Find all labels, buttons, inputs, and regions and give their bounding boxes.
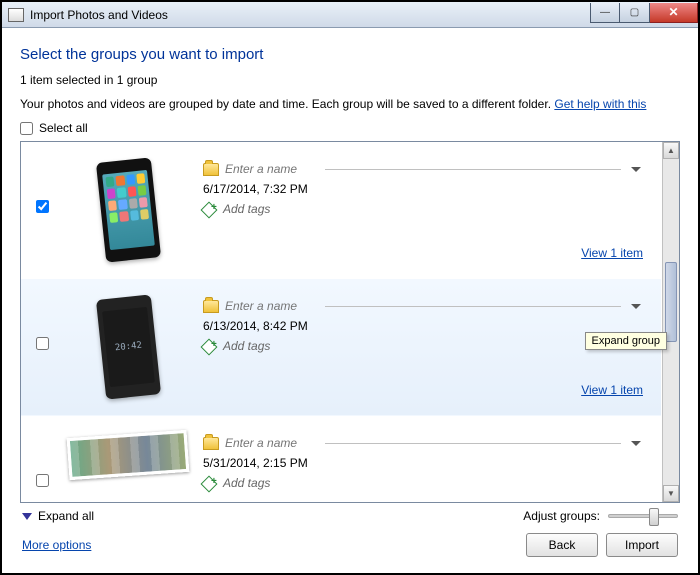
separator-line [325,169,621,170]
help-link[interactable]: Get help with this [554,97,646,111]
group-thumbnail [53,160,203,260]
group-row[interactable]: 6/17/2014, 7:32 PM Add tags View 1 item [21,142,661,279]
dialog-content: Select the groups you want to import 1 i… [2,28,698,573]
description-text: Your photos and videos are grouped by da… [20,97,554,111]
groups-list: 6/17/2014, 7:32 PMAdd tagsView 1 item20:… [20,141,680,503]
adjust-groups: Adjust groups: [523,509,678,523]
back-button[interactable]: Back [526,533,598,557]
group-body: 5/31/2014, 2:15 PM Add tags [203,434,647,490]
description: Your photos and videos are grouped by da… [20,97,680,111]
close-button[interactable]: ✕ [650,3,698,23]
expand-all-button[interactable]: Expand all [22,509,94,523]
tag-icon [203,202,217,216]
group-body: 6/13/2014, 8:42 PM Add tags [203,297,647,353]
minimize-button[interactable]: — [590,3,620,23]
add-tags-label: Add tags [223,339,270,353]
group-body: 6/17/2014, 7:32 PM Add tags [203,160,647,216]
group-thumbnail [53,434,203,476]
add-tags-button[interactable]: Add tags [203,476,641,490]
add-tags-label: Add tags [223,202,270,216]
slider-thumb[interactable] [649,508,659,526]
title-bar: Import Photos and Videos — ▢ ✕ [2,2,698,28]
group-checkbox[interactable] [36,200,49,213]
group-checkbox[interactable] [36,337,49,350]
group-date: 6/13/2014, 8:42 PM [203,319,641,333]
group-checkbox[interactable] [36,474,49,487]
selection-summary: 1 item selected in 1 group [20,73,680,87]
expand-all-label: Expand all [38,509,94,523]
group-date: 5/31/2014, 2:15 PM [203,456,641,470]
group-name-input[interactable] [225,299,315,313]
add-tags-button[interactable]: Add tags [203,339,641,353]
tag-icon [203,476,217,490]
footer-buttons: Back Import [526,533,678,557]
window-controls: — ▢ ✕ [590,3,698,23]
app-icon [8,8,24,22]
group-row[interactable]: 20:426/13/2014, 8:42 PM Add tags View 1 it… [21,279,661,416]
view-items-link[interactable]: View 1 item [581,246,643,260]
scroll-up-arrow[interactable]: ▲ [663,142,679,159]
window-title: Import Photos and Videos [30,8,590,22]
adjust-groups-label: Adjust groups: [523,509,600,523]
group-expand-dropdown[interactable] [631,441,641,446]
add-tags-button[interactable]: Add tags [203,202,641,216]
select-all-row: Select all [20,121,680,135]
group-date: 6/17/2014, 7:32 PM [203,182,641,196]
import-button[interactable]: Import [606,533,678,557]
view-items-link[interactable]: View 1 item [581,383,643,397]
groups-scroll-area: 6/17/2014, 7:32 PMAdd tagsView 1 item20:… [21,142,679,502]
scroll-thumb[interactable] [665,262,677,342]
separator-line [325,443,621,444]
scroll-down-arrow[interactable]: ▼ [663,485,679,502]
group-thumbnail: 20:42 [53,297,203,397]
folder-icon [203,300,219,313]
folder-icon [203,437,219,450]
group-expand-dropdown[interactable] [631,167,641,172]
adjust-groups-slider[interactable] [608,514,678,518]
chevron-down-icon [22,513,32,520]
select-all-label[interactable]: Select all [39,121,88,135]
select-all-checkbox[interactable] [20,122,33,135]
group-row[interactable]: 5/31/2014, 2:15 PMAdd tagsView 1 item [21,416,661,502]
separator-line [325,306,621,307]
page-heading: Select the groups you want to import [20,46,680,63]
group-name-input[interactable] [225,436,315,450]
folder-icon [203,163,219,176]
tag-icon [203,339,217,353]
footer: More options Back Import [20,533,680,563]
vertical-scrollbar[interactable]: ▲ ▼ [662,142,679,502]
more-options-link[interactable]: More options [22,538,91,552]
maximize-button[interactable]: ▢ [620,3,650,23]
add-tags-label: Add tags [223,476,270,490]
group-name-input[interactable] [225,162,315,176]
below-frame-row: Expand all Adjust groups: [20,503,680,533]
group-expand-dropdown[interactable] [631,304,641,309]
